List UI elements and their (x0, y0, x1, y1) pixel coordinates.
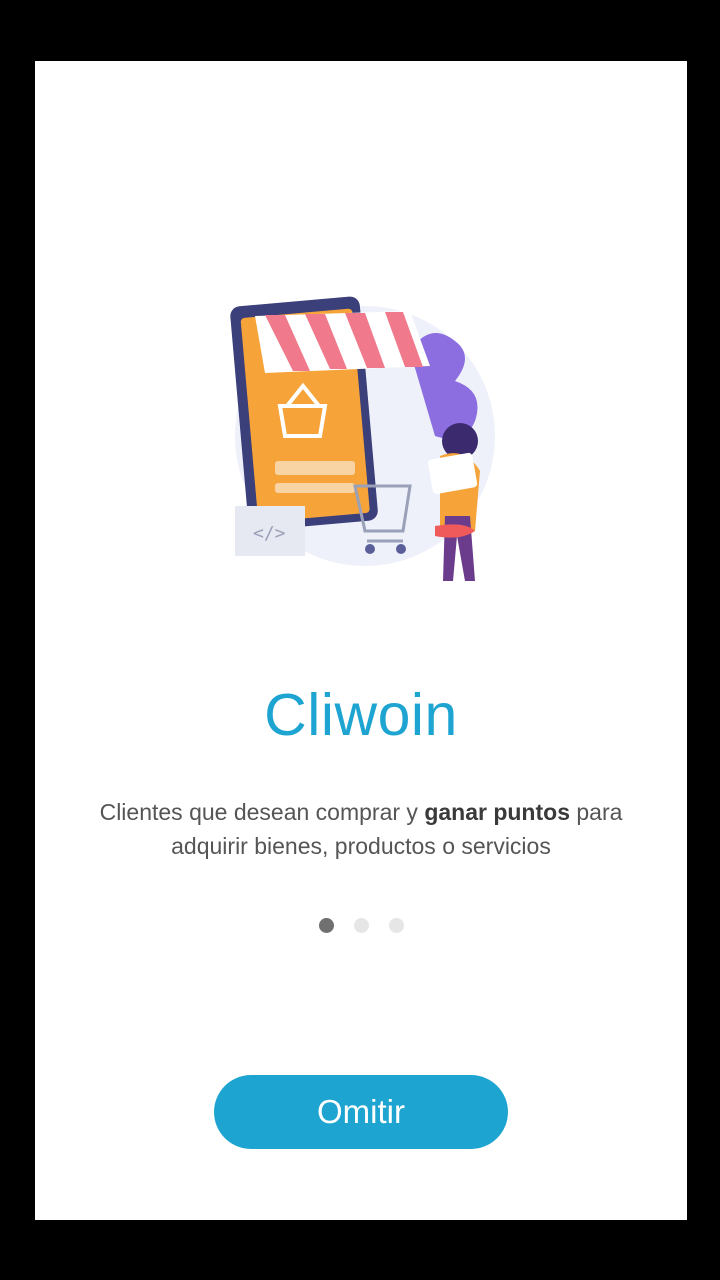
description-highlight: ganar puntos (424, 799, 570, 825)
svg-text:</>: </> (253, 523, 286, 544)
skip-button[interactable]: Omitir (214, 1075, 508, 1149)
description-text-start: Clientes que desean comprar y (99, 799, 425, 825)
page-dot-2[interactable] (353, 917, 369, 933)
onboarding-description: Clientes que desean comprar y ganar punt… (75, 795, 647, 863)
page-dot-1[interactable] (318, 917, 334, 933)
page-indicator (35, 917, 687, 933)
page-dot-3[interactable] (388, 917, 404, 933)
onboarding-screen: </> Cliwoin Clientes que desean comprar … (35, 61, 687, 1220)
app-title: Cliwoin (264, 682, 458, 748)
shopping-cart-illustration: </> (230, 296, 495, 581)
